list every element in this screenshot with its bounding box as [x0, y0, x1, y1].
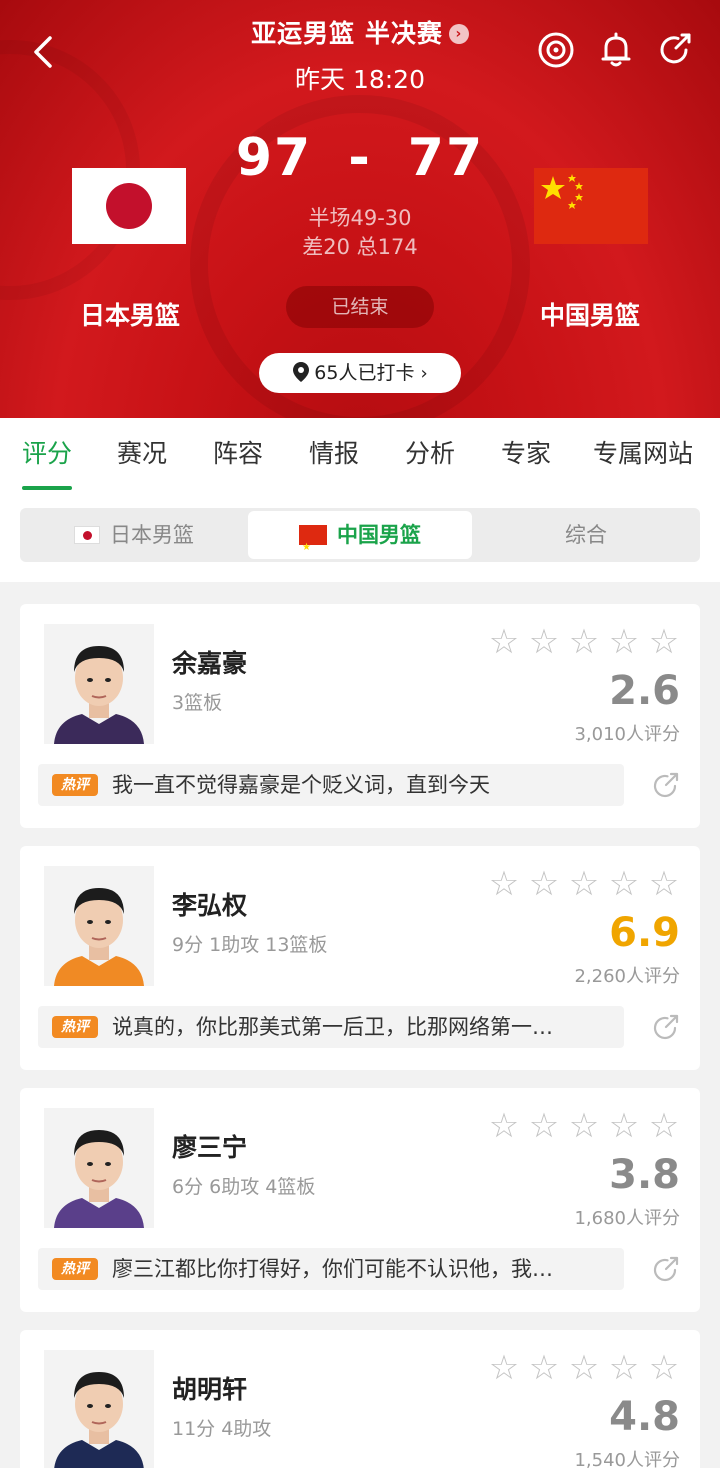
- star-icon[interactable]: ☆: [486, 1108, 522, 1144]
- rating-count: 2,260人评分: [574, 966, 680, 987]
- player-card[interactable]: 李弘权 9分 1助攻 13篮板 ☆ ☆ ☆ ☆ ☆ 6.9 2,260人评分 热…: [20, 846, 700, 1070]
- rating-count: 1,680人评分: [574, 1208, 680, 1229]
- player-card[interactable]: 胡明轩 11分 4助攻 ☆ ☆ ☆ ☆ ☆ 4.8 1,540人评分: [20, 1330, 700, 1468]
- tab-analysis[interactable]: 分析: [405, 418, 455, 490]
- player-avatar: [44, 1108, 154, 1228]
- rating-stars[interactable]: ☆ ☆ ☆ ☆ ☆: [486, 866, 682, 902]
- chevron-right-icon: ›: [420, 363, 428, 384]
- segment-japan-label: 日本男篮: [110, 523, 194, 547]
- away-team-name[interactable]: 中国男篮: [500, 296, 680, 332]
- hot-comment-text: 廖三江都比你打得好，你们可能不认识他，我…: [112, 1257, 553, 1281]
- player-name: 李弘权: [172, 891, 248, 920]
- star-icon[interactable]: ☆: [606, 1350, 642, 1386]
- home-score: 97: [235, 128, 313, 188]
- tab-rating[interactable]: 评分: [22, 418, 73, 490]
- player-stats: 3篮板: [172, 692, 223, 714]
- star-icon[interactable]: ☆: [566, 1108, 602, 1144]
- star-icon[interactable]: ☆: [566, 1350, 602, 1386]
- player-avatar: [44, 1350, 154, 1468]
- star-icon[interactable]: ☆: [526, 866, 562, 902]
- star-icon[interactable]: ☆: [646, 1108, 682, 1144]
- china-flag-icon: [299, 524, 327, 572]
- star-icon[interactable]: ☆: [646, 624, 682, 660]
- star-icon[interactable]: ☆: [566, 624, 602, 660]
- player-stats: 11分 4助攻: [172, 1418, 272, 1440]
- star-icon[interactable]: ☆: [646, 1350, 682, 1386]
- star-icon[interactable]: ☆: [646, 866, 682, 902]
- tab-lineup[interactable]: 阵容: [213, 418, 263, 490]
- team-segment-bar: 日本男篮 中国男篮 综合: [0, 490, 720, 582]
- share-icon[interactable]: [656, 30, 696, 70]
- checkin-label: 65人已打卡: [314, 362, 415, 384]
- tab-intel[interactable]: 情报: [309, 418, 359, 490]
- player-name: 廖三宁: [172, 1133, 248, 1162]
- match-header: 亚运男篮 半决赛 › 昨天 18:20 97-77 半场49-30 差20 总17…: [0, 0, 720, 418]
- home-team-name[interactable]: 日本男篮: [40, 296, 220, 332]
- player-rating: 6.9: [609, 910, 680, 956]
- tab-bar: 评分 赛况 阵容 情报 分析 专家 专属网站: [0, 418, 720, 490]
- share-icon[interactable]: [650, 770, 682, 802]
- score-separator: -: [348, 128, 372, 188]
- star-icon[interactable]: ☆: [526, 1108, 562, 1144]
- hot-comment[interactable]: 热评 廖三江都比你打得好，你们可能不认识他，我…: [38, 1248, 624, 1290]
- star-icon[interactable]: ☆: [486, 866, 522, 902]
- hot-comment[interactable]: 热评 说真的，你比那美式第一后卫，比那网络第一…: [38, 1006, 624, 1048]
- player-name: 余嘉豪: [172, 649, 248, 678]
- star-icon[interactable]: ☆: [606, 1108, 642, 1144]
- diff-total: 差20 总174: [302, 235, 418, 259]
- player-card[interactable]: 廖三宁 6分 6助攻 4篮板 ☆ ☆ ☆ ☆ ☆ 3.8 1,680人评分 热评…: [20, 1088, 700, 1312]
- rating-count: 1,540人评分: [574, 1450, 680, 1468]
- star-icon[interactable]: ☆: [566, 866, 602, 902]
- rating-stars[interactable]: ☆ ☆ ☆ ☆ ☆: [486, 1350, 682, 1386]
- rating-stars[interactable]: ☆ ☆ ☆ ☆ ☆: [486, 624, 682, 660]
- star-icon[interactable]: ☆: [526, 1350, 562, 1386]
- rating-stars[interactable]: ☆ ☆ ☆ ☆ ☆: [486, 1108, 682, 1144]
- player-card[interactable]: 余嘉豪 3篮板 ☆ ☆ ☆ ☆ ☆ 2.6 3,010人评分 热评 我一直不觉得…: [20, 604, 700, 828]
- player-avatar: [44, 624, 154, 744]
- hot-comment-badge: 热评: [52, 1258, 98, 1280]
- segment-china[interactable]: 中国男篮: [248, 511, 472, 572]
- checkin-button[interactable]: 65人已打卡 ›: [259, 353, 461, 393]
- segment-overall[interactable]: 综合: [472, 508, 700, 562]
- share-icon[interactable]: [650, 1012, 682, 1044]
- player-rating: 3.8: [609, 1152, 680, 1198]
- bell-icon[interactable]: [596, 30, 636, 70]
- player-stats: 6分 6助攻 4篮板: [172, 1176, 316, 1198]
- segment-control: 日本男篮 中国男篮 综合: [20, 508, 700, 572]
- star-icon[interactable]: ☆: [486, 1350, 522, 1386]
- segment-japan[interactable]: 日本男篮: [20, 508, 248, 562]
- away-score: 77: [407, 128, 485, 188]
- star-icon[interactable]: ☆: [486, 624, 522, 660]
- target-icon[interactable]: [536, 30, 576, 70]
- hot-comment-badge: 热评: [52, 774, 98, 796]
- japan-flag-icon: [74, 526, 100, 544]
- score: 97-77: [0, 128, 720, 188]
- hot-comment-text: 说真的，你比那美式第一后卫，比那网络第一…: [112, 1015, 553, 1039]
- star-icon[interactable]: ☆: [526, 624, 562, 660]
- tab-match-status[interactable]: 赛况: [117, 418, 167, 490]
- hot-comment-badge: 热评: [52, 1016, 98, 1038]
- star-icon[interactable]: ☆: [606, 624, 642, 660]
- location-pin-icon: [293, 362, 310, 382]
- tab-expert[interactable]: 专家: [501, 418, 551, 490]
- player-name: 胡明轩: [172, 1375, 248, 1404]
- league-title-text: 亚运男篮 半决赛: [251, 19, 443, 48]
- share-icon[interactable]: [650, 1254, 682, 1286]
- hot-comment-text: 我一直不觉得嘉豪是个贬义词，直到今天: [112, 773, 490, 797]
- player-rating: 4.8: [609, 1394, 680, 1440]
- hot-comment[interactable]: 热评 我一直不觉得嘉豪是个贬义词，直到今天: [38, 764, 624, 806]
- star-icon[interactable]: ☆: [606, 866, 642, 902]
- player-avatar: [44, 866, 154, 986]
- rating-count: 3,010人评分: [574, 724, 680, 745]
- player-stats: 9分 1助攻 13篮板: [172, 934, 328, 956]
- tab-exclusive-site[interactable]: 专属网站: [593, 418, 693, 490]
- player-rating: 2.6: [609, 668, 680, 714]
- halftime-score: 半场49-30: [308, 206, 412, 230]
- match-status-badge: 已结束: [286, 286, 434, 328]
- chevron-right-icon: ›: [448, 24, 469, 44]
- segment-china-label: 中国男篮: [337, 523, 421, 547]
